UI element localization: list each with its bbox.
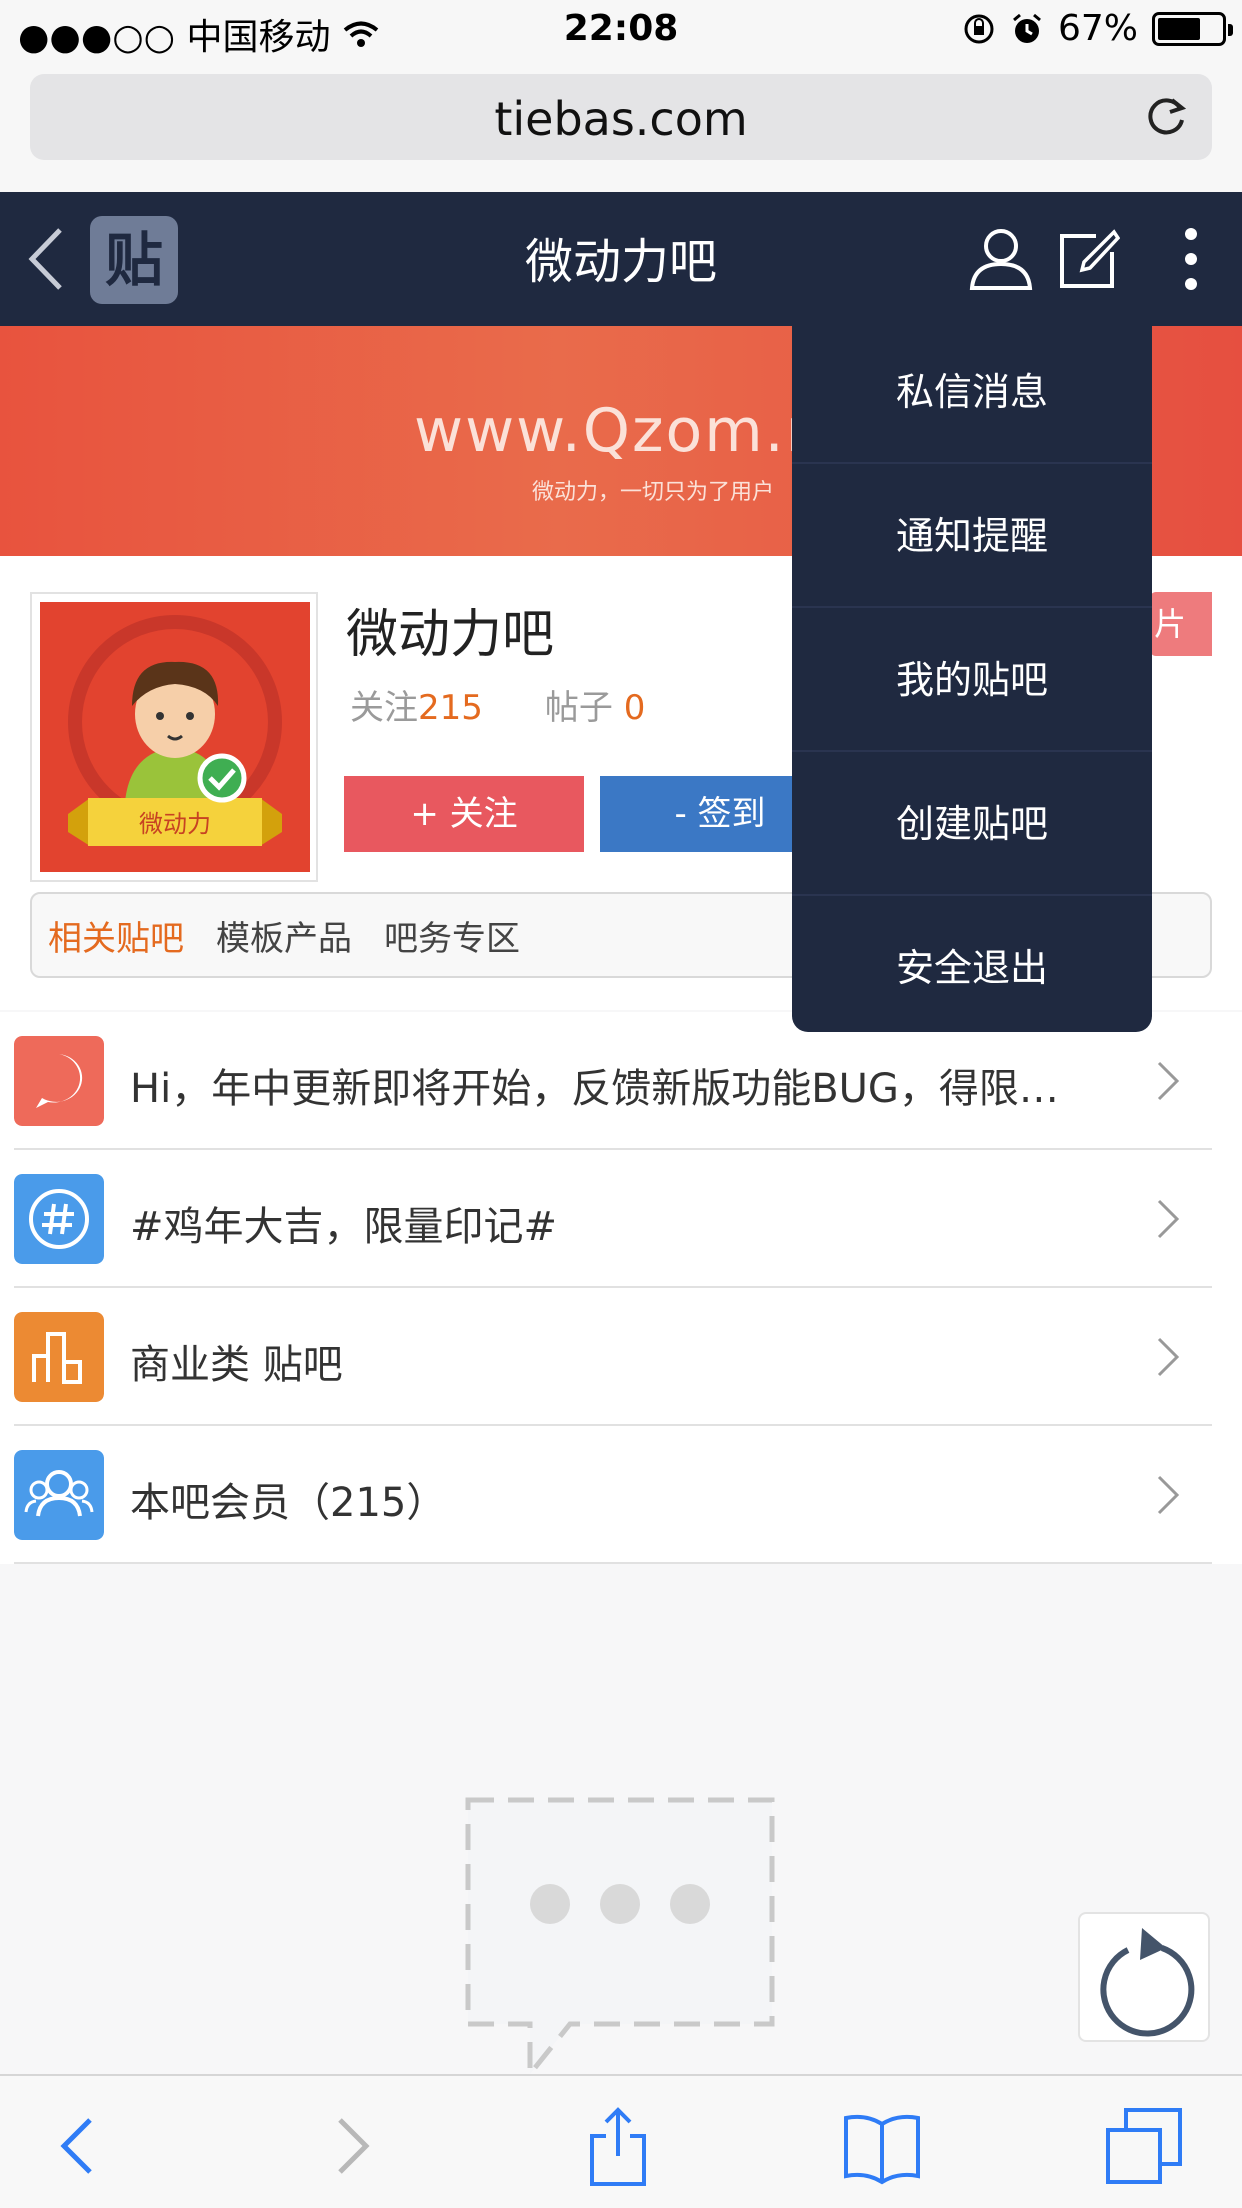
forum-stats: 关注215 帖子 0 bbox=[350, 680, 645, 729]
list-item-label: Hi，年中更新即将开始，反馈新版功能BUG，得限… bbox=[130, 1066, 1059, 1112]
address-bar[interactable]: tiebas.com bbox=[30, 74, 1212, 160]
tabs-icon[interactable] bbox=[1104, 2106, 1184, 2186]
menu-item-logout[interactable]: 安全退出 bbox=[792, 896, 1152, 1040]
back-icon[interactable] bbox=[38, 2106, 118, 2186]
status-bar: ●●●○○ 中国移动 22:08 67% bbox=[0, 0, 1242, 62]
announcement-icon bbox=[14, 1036, 104, 1126]
follow-count-label: 关注 bbox=[350, 688, 418, 728]
menu-item-notifications[interactable]: 通知提醒 bbox=[792, 464, 1152, 608]
battery-percent: 67% bbox=[1057, 8, 1138, 49]
follow-count: 215 bbox=[418, 688, 483, 728]
user-icon[interactable] bbox=[968, 224, 1034, 290]
pic-badge[interactable]: 图片 bbox=[1150, 592, 1212, 656]
url-text[interactable]: tiebas.com bbox=[30, 92, 1212, 146]
avatar-ribbon-text: 微动力 bbox=[139, 810, 211, 838]
mascot-image: 微动力 bbox=[68, 615, 282, 846]
alarm-icon bbox=[1013, 13, 1041, 43]
hashtag-icon bbox=[14, 1174, 104, 1264]
list-item[interactable]: #鸡年大吉，限量印记# bbox=[14, 1150, 1212, 1288]
list-item[interactable]: 商业类 贴吧 bbox=[14, 1288, 1212, 1426]
bookmarks-icon[interactable] bbox=[842, 2106, 922, 2186]
empty-comment-placeholder-icon bbox=[465, 1797, 775, 2082]
refresh-icon bbox=[1100, 1928, 1195, 2037]
follow-button[interactable]: + 关注 bbox=[344, 776, 584, 852]
menu-item-private-messages[interactable]: 私信消息 bbox=[792, 320, 1152, 464]
tab-admin-area[interactable]: 吧务专区 bbox=[384, 911, 520, 960]
battery-icon bbox=[1152, 11, 1233, 46]
app-header: 贴 微动力吧 bbox=[0, 192, 1242, 326]
forum-name: 微动力吧 bbox=[346, 605, 555, 665]
banner-site: www.Qzom.n bbox=[414, 396, 826, 466]
share-icon[interactable] bbox=[578, 2106, 658, 2186]
tab-related-forums[interactable]: 相关贴吧 bbox=[48, 911, 184, 960]
list-item-label: 本吧会员（215） bbox=[130, 1480, 447, 1526]
list-item-label: #鸡年大吉，限量印记# bbox=[130, 1204, 558, 1250]
forum-avatar[interactable]: 微动力 bbox=[30, 592, 318, 882]
list-item-label: 商业类 贴吧 bbox=[130, 1342, 343, 1388]
refresh-button[interactable] bbox=[1078, 1912, 1210, 2042]
chevron-right-icon bbox=[1157, 1199, 1180, 1239]
rotation-lock-icon bbox=[964, 14, 994, 43]
reload-icon[interactable] bbox=[1140, 90, 1192, 142]
chevron-right-icon bbox=[1157, 1061, 1180, 1101]
browser-toolbar bbox=[0, 2074, 1242, 2208]
banner-slogan: 微动力，一切只为了用户 bbox=[532, 480, 775, 505]
menu-item-my-forums[interactable]: 我的贴吧 bbox=[792, 608, 1152, 752]
menu-item-create-forum[interactable]: 创建贴吧 bbox=[792, 752, 1152, 896]
bar-chart-icon bbox=[14, 1312, 104, 1402]
members-icon bbox=[14, 1450, 104, 1540]
dropdown-menu: 私信消息 通知提醒 我的贴吧 创建贴吧 安全退出 bbox=[792, 320, 1152, 1032]
browser-chrome: tiebas.com bbox=[0, 62, 1242, 192]
posts-count: 0 bbox=[623, 688, 646, 728]
forward-icon[interactable] bbox=[312, 2106, 392, 2186]
chevron-right-icon bbox=[1157, 1475, 1180, 1515]
posts-count-label: 帖子 bbox=[544, 688, 613, 728]
more-menu-icon[interactable] bbox=[1180, 224, 1202, 294]
chevron-right-icon bbox=[1157, 1337, 1180, 1377]
tab-template-products[interactable]: 模板产品 bbox=[216, 911, 352, 960]
list-item[interactable]: 本吧会员（215） bbox=[14, 1426, 1212, 1564]
forum-entry-list: Hi，年中更新即将开始，反馈新版功能BUG，得限… #鸡年大吉，限量印记# 商业… bbox=[0, 1012, 1242, 1564]
compose-icon[interactable] bbox=[1056, 228, 1120, 290]
